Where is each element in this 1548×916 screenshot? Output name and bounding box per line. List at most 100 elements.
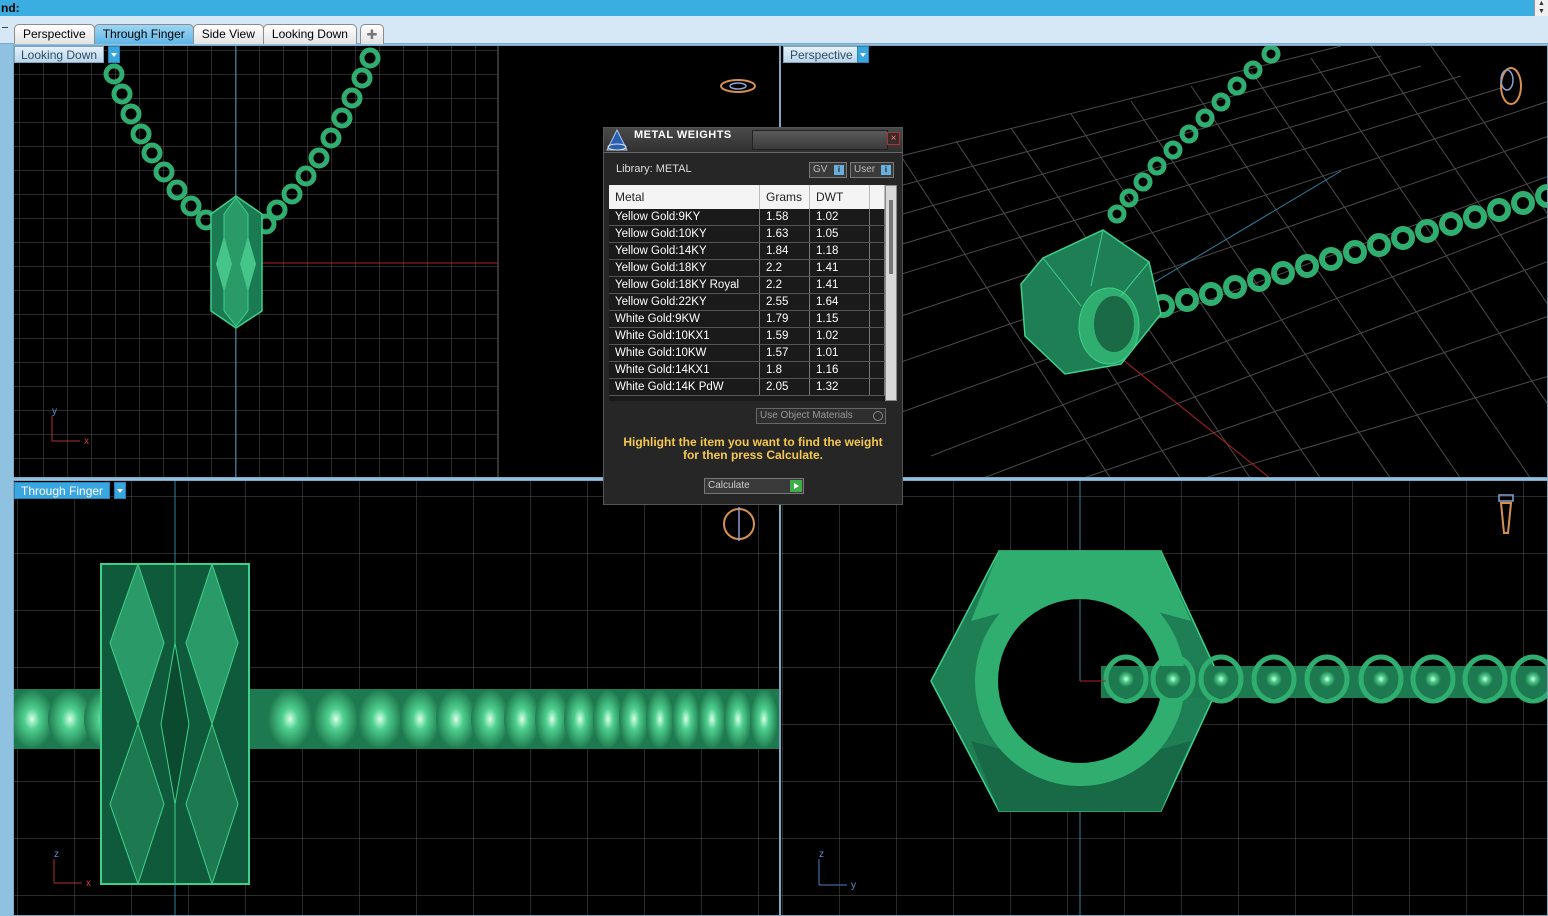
scroll-thumb[interactable] [889,200,893,274]
grams-cell: 1.84 [760,243,810,259]
row-spacer [870,362,885,378]
calculate-label: Calculate [708,480,750,491]
dwt-cell: 1.16 [810,362,870,378]
add-tab-button[interactable]: ✚ [359,24,384,44]
metal-cell: White Gold:14KX1 [609,362,760,378]
dialog-title: METAL WEIGHTS [634,129,732,141]
grams-cell: 1.79 [760,311,810,327]
table-row[interactable]: Yellow Gold:10KY 1.63 1.05 [609,226,885,243]
table-row[interactable]: White Gold:10KW 1.57 1.01 [609,345,885,362]
viewport-label-perspective[interactable]: Perspective [783,46,860,63]
calculate-button[interactable]: Calculate [704,478,804,494]
use-object-materials-toggle[interactable]: Use Object Materials [756,408,886,424]
plus-icon: ✚ [366,27,378,42]
app-window: nd: ▲ ▼ Perspective Through Finger Side … [0,0,1548,916]
metal-cell: White Gold:10KX1 [609,328,760,344]
metal-cell: Yellow Gold:18KY Royal [609,277,760,293]
dwt-cell: 1.64 [810,294,870,310]
column-header-extra [870,185,885,209]
user-dropdown[interactable]: User i [850,162,894,178]
tab-menu-icon[interactable] [0,16,12,44]
dwt-cell: 1.02 [810,328,870,344]
viewport-through-finger[interactable]: z x Through Finger [13,480,780,916]
row-spacer [870,209,885,225]
dialog-titlebar[interactable]: METAL WEIGHTS × [604,128,902,153]
metal-cell: White Gold:9KW [609,311,760,327]
table-row[interactable]: White Gold:14KX1 1.8 1.16 [609,362,885,379]
scroll-down-icon[interactable]: ▼ [1535,8,1548,16]
viewport-dropdown-icon[interactable] [857,46,869,63]
grams-cell: 1.57 [760,345,810,361]
dwt-cell: 1.32 [810,379,870,395]
table-header: Metal Grams DWT [609,185,885,209]
table-row[interactable]: Yellow Gold:14KY 1.84 1.18 [609,243,885,260]
viewport-tab-bar: Perspective Through Finger Side View Loo… [0,16,1548,44]
axis-v-label: z [819,849,824,860]
grams-cell: 2.55 [760,294,810,310]
table-scrollbar[interactable] [885,185,897,401]
viewport-label-looking-down[interactable]: Looking Down [14,46,105,63]
user-label: User [854,164,876,175]
close-button[interactable]: × [887,132,900,145]
table-body: Yellow Gold:9KY 1.58 1.02 Yellow Gold:10KY… [609,209,885,396]
row-spacer [870,260,885,276]
instruction-text: Highlight the item you want to find the … [614,436,892,462]
play-icon [790,480,802,492]
grams-cell: 1.63 [760,226,810,242]
metal-cell: White Gold:14K PdW [609,379,760,395]
tab-side-view[interactable]: Side View [192,24,264,44]
info-icon: i [881,165,891,175]
axis-v-label: z [54,849,59,860]
table-row[interactable]: White Gold:10KX1 1.59 1.02 [609,328,885,345]
metal-weights-table[interactable]: Metal Grams DWT Yellow Gold:9KY 1.58 1.02 … [609,185,885,401]
metal-cell: White Gold:10KW [609,345,760,361]
grams-cell: 2.2 [760,277,810,293]
instruction-line-2: for then press Calculate. [682,448,824,462]
row-spacer [870,311,885,327]
axis-h-label: x [84,436,89,447]
table-row[interactable]: White Gold:9KW 1.79 1.15 [609,311,885,328]
gv-dropdown[interactable]: GV i [809,162,847,178]
tab-looking-down[interactable]: Looking Down [262,24,357,44]
table-row[interactable]: Yellow Gold:9KY 1.58 1.02 [609,209,885,226]
app-logo-icon [606,129,628,151]
row-spacer [870,294,885,310]
metal-cell: Yellow Gold:10KY [609,226,760,242]
row-spacer [870,328,885,344]
command-bar[interactable]: nd: ▲ ▼ [0,0,1548,16]
viewport-dropdown-icon[interactable] [108,46,120,63]
column-header-dwt[interactable]: DWT [810,185,870,209]
grams-cell: 2.05 [760,379,810,395]
table-row[interactable]: Yellow Gold:22KY 2.55 1.64 [609,294,885,311]
viewport-label-through-finger[interactable]: Through Finger [14,482,111,499]
row-spacer [870,243,885,259]
axis-h-label: y [851,880,856,891]
side-view-scene: z y [781,481,1547,915]
viewport-side-view[interactable]: z y [780,480,1548,916]
titlebar-drag-area[interactable] [752,130,888,150]
grams-cell: 1.59 [760,328,810,344]
metal-cell: Yellow Gold:18KY [609,260,760,276]
table-row[interactable]: White Gold:14K PdW 2.05 1.32 [609,379,885,396]
close-icon: × [890,133,897,144]
use-object-materials-label: Use Object Materials [760,410,853,421]
scroll-up-icon[interactable]: ▲ [1535,0,1548,8]
table-row[interactable]: Yellow Gold:18KY Royal 2.2 1.41 [609,277,885,294]
column-header-metal[interactable]: Metal [609,185,760,209]
table-row[interactable]: Yellow Gold:18KY 2.2 1.41 [609,260,885,277]
view-cube-icon[interactable] [1500,67,1522,105]
tab-through-finger[interactable]: Through Finger [93,24,194,44]
axis-v-label: y [52,406,57,417]
row-spacer [870,277,885,293]
view-cube-icon[interactable] [720,79,756,93]
column-header-grams[interactable]: Grams [760,185,810,209]
dwt-cell: 1.41 [810,277,870,293]
tab-perspective[interactable]: Perspective [14,24,95,44]
library-label: Library: METAL [616,163,692,175]
dwt-cell: 1.02 [810,209,870,225]
viewport-dropdown-icon[interactable] [114,482,126,499]
through-finger-scene: z x [14,481,779,915]
dwt-cell: 1.05 [810,226,870,242]
radio-icon [873,411,883,421]
command-scrollbar[interactable]: ▲ ▼ [1534,0,1548,16]
